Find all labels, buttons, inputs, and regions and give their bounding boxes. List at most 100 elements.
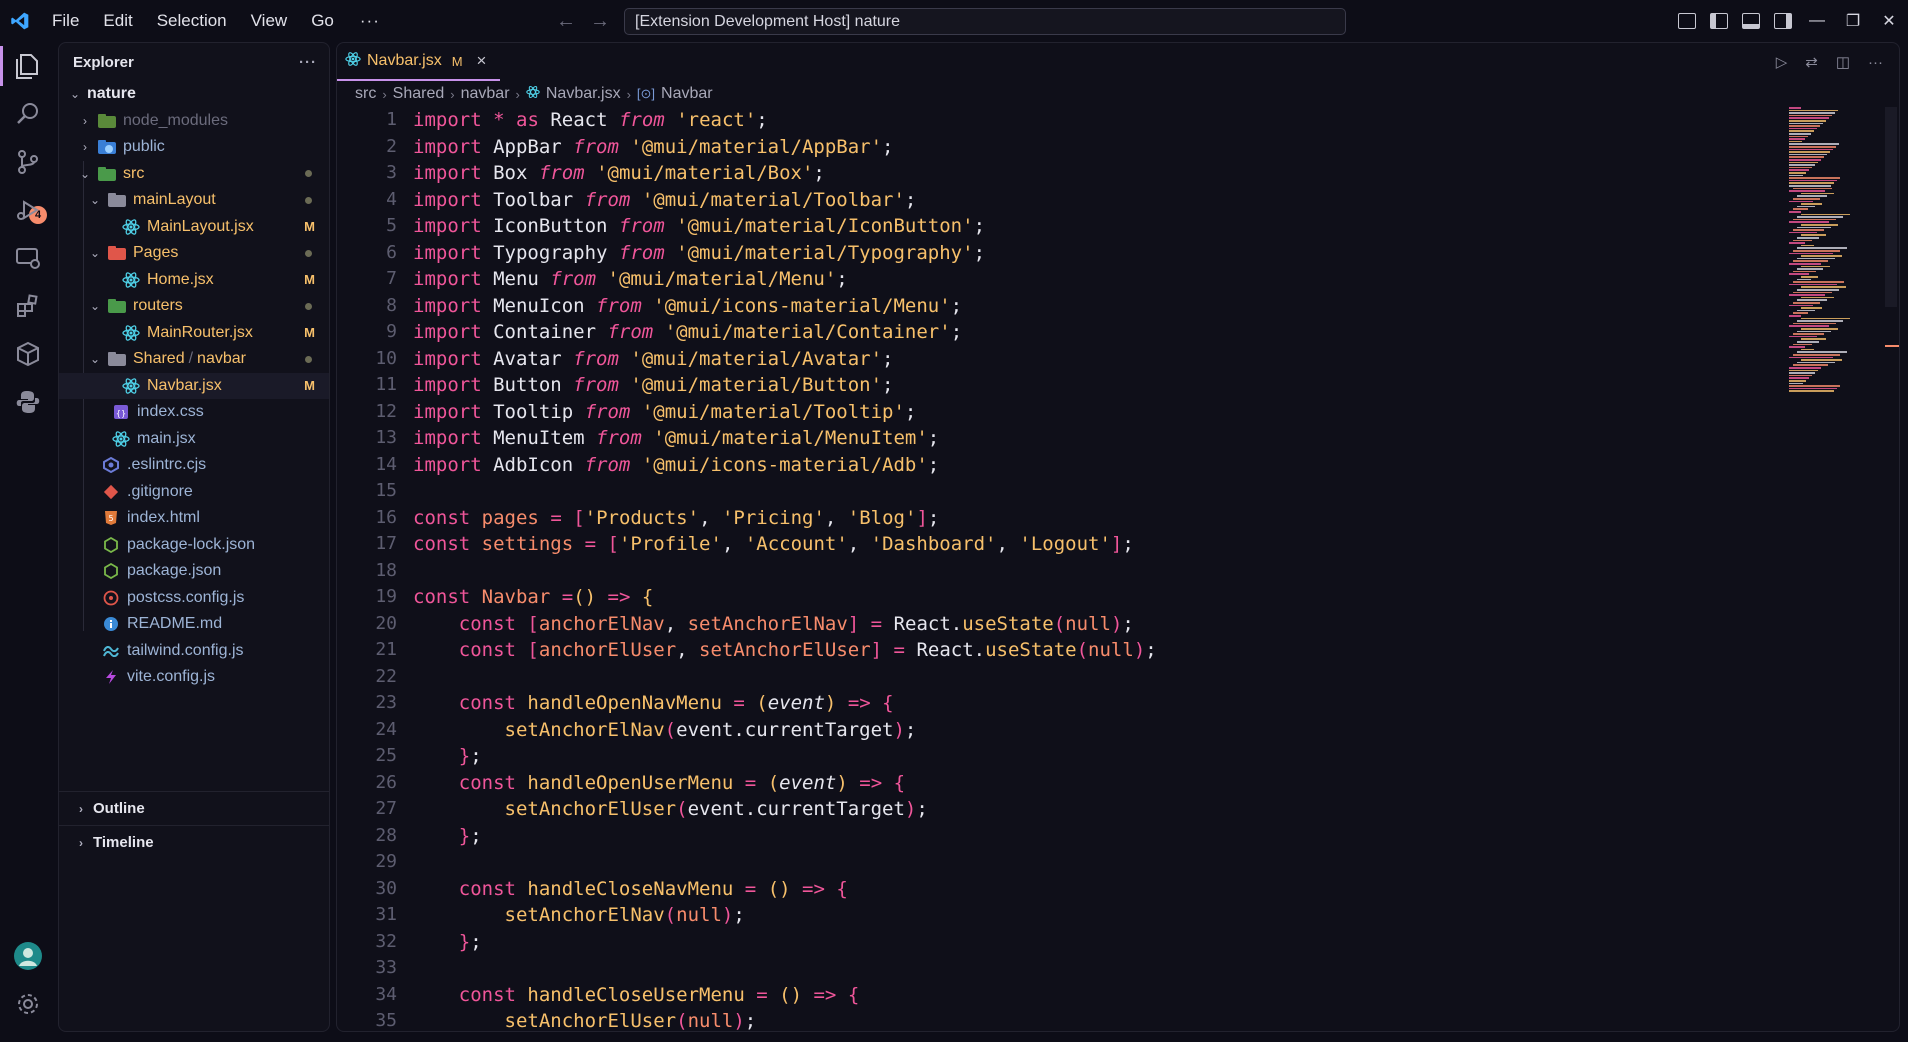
search-icon[interactable] bbox=[12, 98, 44, 130]
code-line: 27 setAnchorElUser(event.currentTarget); bbox=[375, 798, 928, 820]
menu-selection[interactable]: Selection bbox=[145, 0, 239, 42]
explorer-more-button[interactable]: ··· bbox=[299, 54, 317, 71]
more-actions-icon[interactable]: ··· bbox=[1868, 54, 1883, 71]
package-box-icon[interactable] bbox=[12, 338, 44, 370]
minimap-line bbox=[1797, 268, 1823, 270]
split-editor-icon[interactable]: ◫ bbox=[1836, 53, 1850, 71]
minimap-line bbox=[1801, 338, 1826, 340]
breadcrumb-navbar-file[interactable]: Navbar.jsx bbox=[546, 85, 621, 103]
run-icon[interactable]: ▷ bbox=[1776, 53, 1788, 71]
menu-go[interactable]: Go bbox=[299, 0, 346, 42]
activity-bar: 4 bbox=[0, 42, 56, 1042]
chevron-down-icon: ⌄ bbox=[89, 352, 101, 367]
tree-folder-pages[interactable]: ⌄ Pages bbox=[59, 240, 329, 267]
minimap-line bbox=[1789, 390, 1834, 392]
minimap-line bbox=[1801, 296, 1834, 299]
git-status-modified: M bbox=[304, 378, 315, 394]
minimap-line bbox=[1793, 291, 1832, 294]
tree-file-mainrouter-jsx[interactable]: MainRouter.jsx M bbox=[59, 320, 329, 347]
remote-explorer-icon[interactable] bbox=[12, 242, 44, 274]
tree-file-index-html[interactable]: 5 index.html bbox=[59, 505, 329, 532]
minimap-line bbox=[1793, 312, 1808, 314]
tree-file-vite-config[interactable]: vite.config.js bbox=[59, 664, 329, 691]
run-debug-icon[interactable] bbox=[12, 194, 44, 226]
chevron-right-icon: › bbox=[79, 801, 83, 816]
explorer-icon[interactable] bbox=[0, 46, 44, 86]
tree-file-gitignore[interactable]: .gitignore bbox=[59, 479, 329, 506]
extensions-icon[interactable] bbox=[12, 290, 44, 322]
compare-changes-icon[interactable]: ⇄ bbox=[1805, 53, 1818, 71]
outline-section[interactable]: › Outline bbox=[59, 791, 329, 825]
toggle-primary-sidebar-icon[interactable] bbox=[1710, 13, 1728, 29]
minimap-line bbox=[1789, 156, 1824, 158]
settings-gear-icon[interactable] bbox=[12, 988, 44, 1020]
tree-file-tailwind-config[interactable]: tailwind.config.js bbox=[59, 638, 329, 665]
breadcrumb-src[interactable]: src bbox=[355, 85, 376, 103]
code-editor[interactable]: 1 import * as React from 'react'; 2 import… bbox=[337, 107, 1757, 1031]
code-line: 13 import MenuItem from '@mui/material/Me… bbox=[375, 427, 940, 449]
restore-icon[interactable]: ❐ bbox=[1842, 11, 1864, 31]
tree-file-package-lock-json[interactable]: package-lock.json bbox=[59, 532, 329, 559]
minimap-line bbox=[1789, 122, 1823, 125]
breadcrumb-navbar-folder[interactable]: navbar bbox=[461, 85, 510, 103]
toggle-panel-icon[interactable] bbox=[1742, 13, 1760, 29]
tree-file-mainlayout-jsx[interactable]: MainLayout.jsx M bbox=[59, 214, 329, 241]
tab-bar: Navbar.jsx M × ▷ ⇄ ◫ ··· bbox=[337, 43, 1899, 81]
toggle-secondary-sidebar-icon[interactable] bbox=[1774, 13, 1792, 29]
close-window-icon[interactable]: ✕ bbox=[1878, 11, 1900, 31]
minimap-line bbox=[1789, 120, 1826, 122]
tree-file-postcss-config[interactable]: postcss.config.js bbox=[59, 585, 329, 612]
tab-close-icon[interactable]: × bbox=[477, 51, 487, 71]
breadcrumb-navbar-symbol[interactable]: Navbar bbox=[661, 85, 713, 103]
code-line: 3 import Box from '@mui/material/Box'; bbox=[386, 162, 825, 184]
tree-folder-public[interactable]: › public bbox=[59, 134, 329, 161]
code-line: 20 const [anchorElNav, setAnchorElNav] =… bbox=[375, 612, 1134, 635]
menu-more-button[interactable]: ··· bbox=[346, 11, 394, 31]
minimize-icon[interactable]: — bbox=[1806, 12, 1828, 30]
minimap-line bbox=[1801, 203, 1822, 205]
folder-open-icon bbox=[107, 351, 127, 367]
tree-folder-node-modules[interactable]: › node_modules bbox=[59, 108, 329, 135]
minimap-line bbox=[1789, 382, 1803, 385]
tree-file-eslintrc[interactable]: .eslintrc.cjs bbox=[59, 452, 329, 479]
tree-file-main-jsx[interactable]: main.jsx bbox=[59, 426, 329, 453]
tree-folder-shared-navbar[interactable]: ⌄ Shared / navbar bbox=[59, 346, 329, 373]
menu-view[interactable]: View bbox=[239, 0, 300, 42]
timeline-section[interactable]: › Timeline bbox=[59, 825, 329, 859]
code-line: 12 import Tooltip from '@mui/material/Too… bbox=[375, 400, 917, 423]
breadcrumb-shared[interactable]: Shared bbox=[393, 85, 445, 103]
modified-dot bbox=[305, 196, 312, 204]
forward-arrow-icon[interactable]: → bbox=[590, 10, 610, 33]
vscode-logo-icon bbox=[0, 0, 40, 42]
tree-file-package-json[interactable]: package.json bbox=[59, 558, 329, 585]
html-file-icon: 5 bbox=[101, 510, 121, 526]
tree-file-index-css[interactable]: {} index.css bbox=[59, 399, 329, 426]
minimap-line bbox=[1793, 281, 1844, 283]
source-control-icon[interactable] bbox=[12, 146, 44, 178]
command-center[interactable]: [Extension Development Host] nature bbox=[624, 8, 1346, 35]
tree-file-readme[interactable]: README.md bbox=[59, 611, 329, 638]
tree-file-navbar-jsx[interactable]: Navbar.jsx M bbox=[59, 372, 329, 399]
minimap-line bbox=[1797, 205, 1815, 208]
minimap-line bbox=[1793, 218, 1836, 221]
menu-file[interactable]: File bbox=[40, 0, 91, 42]
tree-folder-routers[interactable]: ⌄ routers bbox=[59, 293, 329, 320]
vite-icon bbox=[101, 669, 121, 685]
python-icon[interactable] bbox=[12, 386, 44, 418]
account-avatar[interactable] bbox=[12, 940, 44, 972]
menu-edit[interactable]: Edit bbox=[91, 0, 144, 42]
minimap[interactable] bbox=[1785, 107, 1885, 447]
tree-folder-src[interactable]: ⌄ src bbox=[59, 161, 329, 188]
tab-navbar-jsx[interactable]: Navbar.jsx M × bbox=[337, 43, 501, 81]
customize-layout-icon[interactable] bbox=[1678, 13, 1696, 29]
scrollbar-thumb[interactable] bbox=[1885, 107, 1897, 307]
tree-file-home-jsx[interactable]: Home.jsx M bbox=[59, 267, 329, 294]
back-arrow-icon[interactable]: ← bbox=[556, 10, 576, 33]
code-line: 9 import Container from '@mui/material/Co… bbox=[386, 321, 963, 343]
minimap-line bbox=[1789, 221, 1829, 223]
tree-folder-mainlayout[interactable]: ⌄ mainLayout bbox=[59, 187, 329, 214]
minimap-line bbox=[1789, 169, 1809, 171]
explorer-title: Explorer bbox=[73, 53, 134, 71]
minimap-line bbox=[1789, 109, 1838, 112]
tree-root-nature[interactable]: ⌄ nature bbox=[59, 81, 329, 108]
